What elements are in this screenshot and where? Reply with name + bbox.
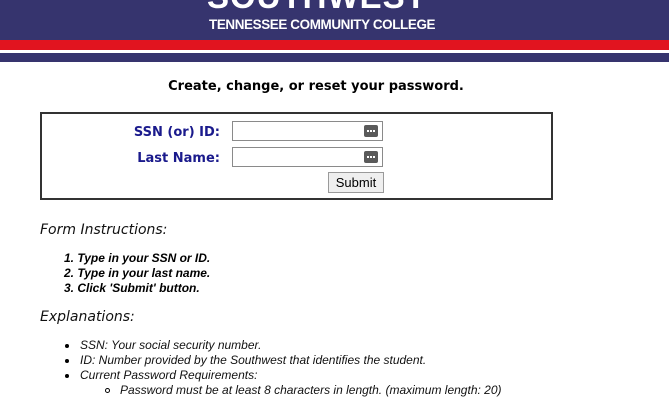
list-item: Password must be at least 8 characters i… — [64, 383, 502, 398]
lastname-input[interactable] — [232, 147, 383, 167]
college-logo-title: SOUTHWEST — [207, 0, 427, 16]
red-stripe — [0, 40, 669, 50]
submit-button[interactable]: Submit — [328, 172, 384, 193]
password-manager-icon[interactable] — [364, 151, 378, 163]
password-form: SSN (or) ID: Last Name: Submit — [40, 112, 553, 200]
explanations-title: Explanations: — [40, 309, 135, 325]
list-item: 3. Click 'Submit' button. — [64, 281, 200, 295]
instructions-title: Form Instructions: — [40, 222, 168, 238]
list-item: 1. Type in your SSN or ID. — [64, 251, 211, 265]
ssn-input[interactable] — [232, 121, 383, 141]
list-item: ID: Number provided by the Southwest tha… — [64, 353, 502, 368]
lastname-label: Last Name: — [137, 151, 220, 166]
stripe-divider — [0, 50, 669, 53]
list-item: Current Password Requirements: — [64, 368, 502, 383]
instructions-list: 1. Type in your SSN or ID. 2. Type in yo… — [64, 251, 210, 296]
page-title: Create, change, or reset your password. — [168, 79, 464, 94]
college-logo-subtitle: TENNESSEE COMMUNITY COLLEGE — [209, 16, 436, 32]
list-item: 2. Type in your last name. — [64, 266, 211, 280]
password-manager-icon[interactable] — [364, 125, 378, 137]
explanations-list: SSN: Your social security number. ID: Nu… — [64, 338, 502, 398]
ssn-label: SSN (or) ID: — [133, 125, 220, 140]
list-item: SSN: Your social security number. — [64, 338, 502, 353]
header-banner: SOUTHWEST TENNESSEE COMMUNITY COLLEGE — [0, 0, 669, 62]
